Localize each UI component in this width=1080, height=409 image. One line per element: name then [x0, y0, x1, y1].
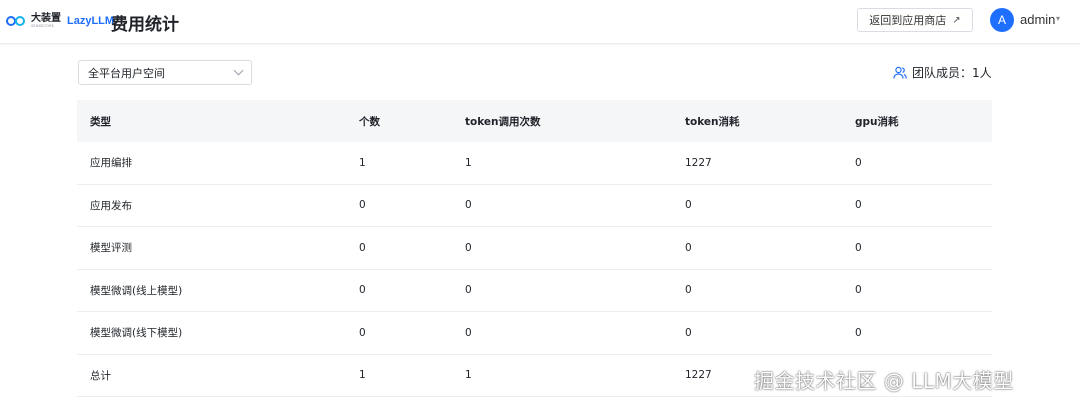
cell-type: 模型微调(线下模型) [90, 327, 183, 340]
table-header: 类型 个数 token调用次数 token消耗 gpu消耗 [77, 100, 992, 142]
cell-token-calls: 0 [465, 199, 472, 212]
back-to-app-store-button[interactable]: 返回到应用商店 ↗ [857, 8, 973, 32]
cell-token-usage: 0 [685, 241, 692, 254]
table-row: 应用发布 0 0 0 0 [77, 185, 992, 227]
user-name[interactable]: admin [1020, 12, 1055, 27]
cell-count: 0 [359, 241, 366, 254]
cost-table: 类型 个数 token调用次数 token消耗 gpu消耗 应用编排 1 1 1… [77, 100, 992, 397]
column-header: 类型 [90, 115, 111, 128]
cell-gpu-usage: 0 [855, 199, 862, 212]
users-icon [893, 66, 907, 79]
cell-token-usage: 1227 [685, 369, 712, 382]
watermark: 掘金技术社区 @ LLM大模型 [754, 369, 1014, 393]
team-members: 团队成员：1人 [893, 64, 992, 81]
brand-logo[interactable]: 大装置 SENSECORE LazyLLM [6, 12, 114, 30]
cell-count: 0 [359, 199, 366, 212]
cell-type: 模型微调(线上模型) [90, 284, 183, 297]
cell-count: 0 [359, 284, 366, 297]
column-header: 个数 [359, 115, 380, 128]
cell-gpu-usage: 0 [855, 241, 862, 254]
cell-count: 0 [359, 326, 366, 339]
infinity-logo-icon [6, 15, 26, 27]
cell-gpu-usage: 0 [855, 326, 862, 339]
table-row: 模型微调(线上模型) 0 0 0 0 [77, 270, 992, 312]
cell-token-calls: 1 [465, 156, 472, 169]
logo-en-text: SENSECORE [31, 23, 55, 28]
cell-count: 1 [359, 369, 366, 382]
cell-token-usage: 1227 [685, 156, 712, 169]
cell-token-calls: 0 [465, 241, 472, 254]
table-row: 模型微调(线下模型) 0 0 0 0 [77, 312, 992, 355]
cell-count: 1 [359, 156, 366, 169]
logo-cn-text: 大装置 [31, 12, 61, 24]
external-arrow-icon: ↗ [952, 14, 961, 26]
chevron-down-icon[interactable]: ▾ [1056, 14, 1060, 23]
table-row: 模型评测 0 0 0 0 [77, 227, 992, 270]
cell-token-calls: 0 [465, 326, 472, 339]
main-content: 全平台用户空间 团队成员：1人 类型 个数 token调用次数 token消耗 … [0, 45, 1080, 409]
top-bar: 大装置 SENSECORE LazyLLM 费用统计 返回到应用商店 ↗ A a… [0, 0, 1080, 44]
cell-type: 总计 [90, 369, 111, 382]
cell-token-usage: 0 [685, 284, 692, 297]
page-title: 费用统计 [111, 15, 179, 35]
table-row: 应用编排 1 1 1227 0 [77, 142, 992, 185]
logo-lazyllm-text: LazyLLM [67, 15, 115, 27]
column-header: gpu消耗 [855, 115, 899, 128]
workspace-select-value: 全平台用户空间 [88, 66, 165, 80]
cell-token-calls: 1 [465, 369, 472, 382]
column-header: token消耗 [685, 115, 740, 128]
cell-gpu-usage: 0 [855, 156, 862, 169]
avatar[interactable]: A [990, 8, 1014, 32]
chevron-down-icon [233, 65, 244, 76]
team-members-label: 团队成员：1人 [912, 66, 992, 80]
cell-token-usage: 0 [685, 326, 692, 339]
cell-type: 模型评测 [90, 242, 132, 255]
column-header: token调用次数 [465, 115, 541, 128]
cell-gpu-usage: 0 [855, 284, 862, 297]
cell-token-calls: 0 [465, 284, 472, 297]
cell-type: 应用发布 [90, 199, 132, 212]
back-button-label: 返回到应用商店 [869, 14, 947, 27]
cell-token-usage: 0 [685, 199, 692, 212]
workspace-select[interactable]: 全平台用户空间 [78, 60, 252, 85]
cell-type: 应用编排 [90, 157, 132, 170]
